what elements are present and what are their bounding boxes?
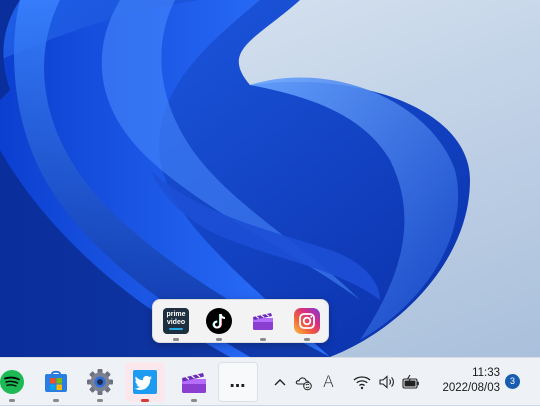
volume-button[interactable]: [377, 372, 397, 392]
prime-video-label-1: prime: [166, 311, 186, 318]
store-icon: [45, 370, 67, 392]
spotify-running-indicator: [9, 399, 15, 402]
prime-video-icon[interactable]: prime video: [163, 308, 189, 334]
store-running-indicator: [53, 399, 59, 402]
settings-gear-icon: [87, 369, 113, 395]
clipchamp-running-indicator: [191, 399, 197, 402]
battery-button[interactable]: [401, 372, 421, 392]
clock-time: 11:33: [472, 367, 500, 379]
settings-running-indicator: [97, 399, 103, 402]
input-method-label: A: [323, 372, 334, 391]
clipchamp-running-indicator: [260, 338, 266, 341]
prime-video-running-indicator: [173, 338, 179, 341]
wifi-icon: [353, 376, 371, 390]
clipchamp-icon: [182, 373, 206, 393]
tiktok-running-indicator: [216, 338, 222, 341]
taskbar-group-flyout: prime video: [152, 299, 329, 343]
show-hidden-icons-button[interactable]: [270, 372, 290, 392]
taskbar-settings-button[interactable]: [80, 362, 120, 402]
taskbar-clipchamp-button[interactable]: [174, 362, 214, 402]
volume-icon: [379, 375, 394, 389]
taskbar-store-button[interactable]: [36, 362, 76, 402]
taskbar-clock[interactable]: 11:33 2022/08/03: [434, 366, 500, 396]
taskbar-twitter-button[interactable]: [125, 362, 165, 402]
taskbar-overflow-button[interactable]: …: [218, 362, 258, 402]
chevron-up-icon: [274, 379, 286, 386]
ellipsis-icon: …: [229, 372, 247, 391]
clock-date: 2022/08/03: [442, 382, 500, 394]
taskbar-spotify-button[interactable]: [0, 362, 32, 402]
twitter-icon: [133, 370, 157, 394]
onedrive-sync-icon: [295, 377, 312, 391]
input-indicator-button[interactable]: A: [321, 372, 341, 392]
spotify-icon: [0, 370, 24, 394]
prime-video-label-2: video: [166, 319, 186, 326]
instagram-running-indicator: [304, 338, 310, 341]
notification-count-badge[interactable]: 3: [505, 374, 520, 389]
twitter-active-indicator: [141, 399, 149, 402]
clipchamp-icon[interactable]: [250, 308, 276, 334]
instagram-icon[interactable]: [294, 308, 320, 334]
battery-icon: [402, 374, 419, 389]
tiktok-icon[interactable]: [206, 308, 232, 334]
taskbar: … A 11:33 2022/08/03: [0, 357, 540, 405]
wifi-button[interactable]: [352, 372, 372, 392]
onedrive-sync-button[interactable]: [294, 372, 314, 392]
